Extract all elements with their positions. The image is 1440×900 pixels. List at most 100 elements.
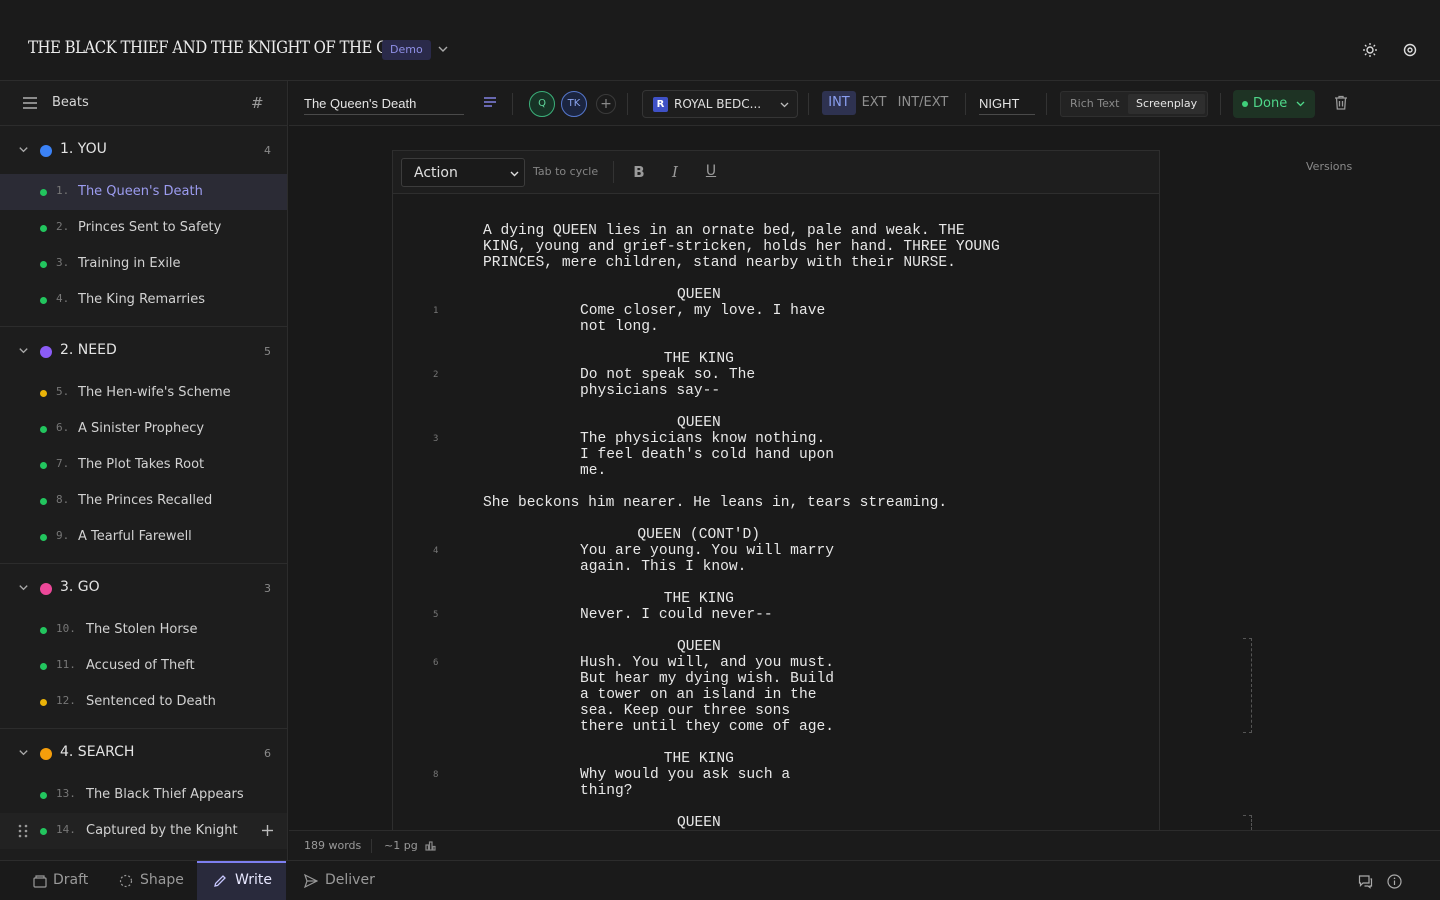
script-line-character[interactable]: QUEEN xyxy=(677,415,721,431)
script-line-dialogue[interactable]: sea. Keep our three sons xyxy=(580,703,790,719)
status-select[interactable]: Done xyxy=(1233,90,1315,118)
script-line-character[interactable]: THE KING xyxy=(664,751,734,767)
info-icon[interactable] xyxy=(1387,874,1402,889)
beat-item[interactable]: 12. Sentenced to Death xyxy=(0,684,287,720)
beat-item[interactable]: 4. The King Remarries xyxy=(0,282,287,318)
chevron-down-icon[interactable] xyxy=(17,581,30,594)
beat-item[interactable]: 3. Training in Exile xyxy=(0,246,287,282)
act-header[interactable]: 3. GO 3 xyxy=(0,565,287,611)
script-line-dialogue[interactable]: Never. I could never-- xyxy=(580,607,773,623)
beat-item[interactable]: 2. Princes Sent to Safety xyxy=(0,210,287,246)
beat-label: The Queen's Death xyxy=(78,184,203,199)
scene-title-input[interactable] xyxy=(304,93,464,115)
ext-option[interactable]: EXT xyxy=(859,91,889,115)
script-line-dialogue[interactable]: there until they come of age. xyxy=(580,719,834,735)
act-color-dot xyxy=(40,145,52,157)
versions-label[interactable]: Versions xyxy=(1306,160,1352,173)
script-line-character[interactable]: THE KING xyxy=(664,351,734,367)
pencil-icon xyxy=(214,875,226,887)
beat-item[interactable]: 6. A Sinister Prophecy xyxy=(0,411,287,447)
script-line-dialogue[interactable]: Why would you ask such a xyxy=(580,767,790,783)
underline-button[interactable]: U xyxy=(703,163,719,181)
beat-status-dot xyxy=(40,462,47,469)
script-line-dialogue[interactable]: Come closer, my love. I have xyxy=(580,303,825,319)
int-ext-option[interactable]: INT/EXT xyxy=(895,91,951,115)
sidebar-header: Beats # xyxy=(0,81,287,126)
script-line-action[interactable]: She beckons him nearer. He leans in, tea… xyxy=(483,495,947,511)
beat-item[interactable]: 10. The Stolen Horse xyxy=(0,612,287,648)
project-title[interactable]: THE BLACK THIEF AND THE KNIGHT OF THE GL… xyxy=(28,38,420,58)
beat-item[interactable]: 1. The Queen's Death xyxy=(0,174,287,210)
tab-draft[interactable]: Draft xyxy=(18,861,100,900)
script-line-dialogue[interactable]: I feel death's cold hand upon xyxy=(580,447,834,463)
page-count: ~1 pg xyxy=(384,839,418,852)
script-line-dialogue[interactable]: again. This I know. xyxy=(580,559,746,575)
chevron-down-icon[interactable] xyxy=(17,143,30,156)
beat-item[interactable]: 7. The Plot Takes Root xyxy=(0,447,287,483)
trash-icon[interactable] xyxy=(1334,95,1348,110)
screenplay-editor[interactable]: Action Tab to cycle B I U A dying QUEEN … xyxy=(392,150,1160,831)
tab-shape[interactable]: Shape xyxy=(104,861,192,900)
script-line-dialogue[interactable]: a tower on an island in the xyxy=(580,687,816,703)
beat-status-dot xyxy=(40,627,47,634)
text-align-icon[interactable] xyxy=(483,95,497,109)
beat-number: 7. xyxy=(56,457,70,470)
script-line-dialogue[interactable]: The physicians know nothing. xyxy=(580,431,825,447)
tab-deliver[interactable]: Deliver xyxy=(290,861,380,900)
send-icon xyxy=(304,874,318,888)
script-line-dialogue[interactable]: not long. xyxy=(580,319,659,335)
beat-item[interactable]: 9. A Tearful Farewell xyxy=(0,519,287,555)
element-type-select[interactable]: Action xyxy=(401,158,525,187)
italic-button[interactable]: I xyxy=(667,163,683,181)
script-line-character[interactable]: QUEEN xyxy=(677,639,721,655)
script-line-character[interactable]: THE KING xyxy=(664,591,734,607)
script-line-dialogue[interactable]: You are young. You will marry xyxy=(580,543,834,559)
plus-icon[interactable] xyxy=(261,824,274,837)
int-option[interactable]: INT xyxy=(822,91,856,115)
toolbar-separator xyxy=(613,161,614,183)
location-select[interactable]: R ROYAL BEDC... xyxy=(642,90,798,118)
add-collaborator-button[interactable]: + xyxy=(596,94,616,114)
beat-item[interactable]: 8. The Princes Recalled xyxy=(0,483,287,519)
chevron-down-icon xyxy=(510,171,519,177)
script-line-action[interactable]: A dying QUEEN lies in an ornate bed, pal… xyxy=(483,223,965,239)
script-line-character[interactable]: QUEEN xyxy=(677,287,721,303)
chevron-down-icon[interactable] xyxy=(17,746,30,759)
tab-write[interactable]: Write xyxy=(197,861,286,900)
beat-label: Accused of Theft xyxy=(86,658,195,673)
bold-button[interactable]: B xyxy=(631,163,647,181)
script-line-dialogue[interactable]: Hush. You will, and you must. xyxy=(580,655,834,671)
script-line-action[interactable]: KING, young and grief-stricken, holds he… xyxy=(483,239,1000,255)
avatar[interactable]: TK xyxy=(561,91,587,117)
script-line-character[interactable]: QUEEN xyxy=(677,815,721,831)
sun-icon[interactable] xyxy=(1362,42,1378,58)
act-header[interactable]: 1. YOU 4 xyxy=(0,127,287,173)
avatar[interactable]: Q xyxy=(529,91,555,117)
comments-icon[interactable] xyxy=(1358,874,1373,889)
time-of-day-input[interactable] xyxy=(979,93,1035,115)
script-line-character[interactable]: QUEEN (CONT'D) xyxy=(637,527,760,543)
dialogue-number: 4 xyxy=(433,546,439,556)
chevron-down-icon[interactable] xyxy=(436,42,450,56)
script-line-dialogue[interactable]: Do not speak so. The xyxy=(580,367,755,383)
beat-item[interactable]: 14. Captured by the Knight xyxy=(0,813,287,849)
script-line-dialogue[interactable]: thing? xyxy=(580,783,633,799)
drag-handle-icon[interactable] xyxy=(18,824,28,838)
hash-icon[interactable]: # xyxy=(251,94,264,112)
script-line-dialogue[interactable]: But hear my dying wish. Build xyxy=(580,671,834,687)
script-line-dialogue[interactable]: physicians say-- xyxy=(580,383,720,399)
chevron-down-icon[interactable] xyxy=(17,344,30,357)
script-body[interactable]: A dying QUEEN lies in an ornate bed, pal… xyxy=(393,195,1159,831)
act-header[interactable]: 2. NEED 5 xyxy=(0,328,287,374)
screenplay-option[interactable]: Screenplay xyxy=(1128,94,1206,114)
script-line-dialogue[interactable]: me. xyxy=(580,463,606,479)
bar-chart-icon[interactable] xyxy=(425,840,436,851)
rich-text-option[interactable]: Rich Text xyxy=(1065,94,1124,114)
gear-icon[interactable] xyxy=(1402,42,1418,58)
script-line-action[interactable]: PRINCES, mere children, stand nearby wit… xyxy=(483,255,956,271)
menu-icon[interactable] xyxy=(23,97,37,109)
beat-item[interactable]: 11. Accused of Theft xyxy=(0,648,287,684)
act-header[interactable]: 4. SEARCH 6 xyxy=(0,730,287,776)
beat-item[interactable]: 5. The Hen-wife's Scheme xyxy=(0,375,287,411)
beat-item[interactable]: 13. The Black Thief Appears xyxy=(0,777,287,813)
